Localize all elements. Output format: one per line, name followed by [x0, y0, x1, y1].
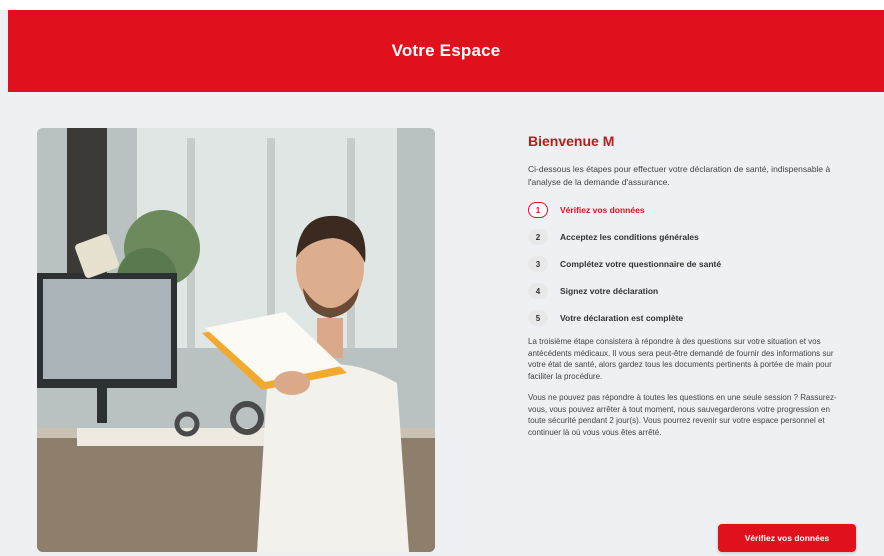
step-label: Acceptez les conditions générales	[560, 232, 699, 242]
step-number-badge: 4	[528, 283, 548, 299]
info-paragraph-step3: La troisième étape consistera à répondre…	[528, 337, 834, 381]
step-label: Votre déclaration est complète	[560, 313, 684, 323]
hero-photo-illustration	[37, 128, 435, 552]
step-item-3: 3 Complétez votre questionnaire de santé	[528, 255, 858, 273]
step-number-badge: 3	[528, 256, 548, 272]
page-title: Votre Espace	[391, 41, 501, 60]
step-number-badge: 1	[528, 202, 548, 218]
step-label: Signez votre déclaration	[560, 286, 659, 296]
step-number-badge: 5	[528, 310, 548, 326]
step-item-1[interactable]: 1 Vérifiez vos données	[528, 201, 858, 219]
top-strip	[0, 0, 884, 10]
welcome-title: Bienvenue M	[528, 133, 615, 149]
hero-photo	[37, 128, 435, 552]
step-item-2: 2 Acceptez les conditions générales	[528, 228, 858, 246]
intro-text: Ci-dessous les étapes pour effectuer vot…	[528, 164, 831, 187]
step-number-badge: 2	[528, 229, 548, 245]
verify-data-button[interactable]: Vérifiez vos données	[718, 524, 856, 552]
step-item-5: 5 Votre déclaration est complète	[528, 309, 858, 327]
header-banner: Votre Espace	[8, 10, 884, 92]
step-label: Vérifiez vos données	[560, 205, 645, 215]
content-panel: Bienvenue M Ci-dessous les étapes pour e…	[528, 128, 858, 438]
step-item-4: 4 Signez votre déclaration	[528, 282, 858, 300]
info-paragraph-session: Vous ne pouvez pas répondre à toutes les…	[528, 393, 837, 437]
step-label: Complétez votre questionnaire de santé	[560, 259, 722, 269]
steps-list: 1 Vérifiez vos données 2 Acceptez les co…	[528, 201, 858, 327]
